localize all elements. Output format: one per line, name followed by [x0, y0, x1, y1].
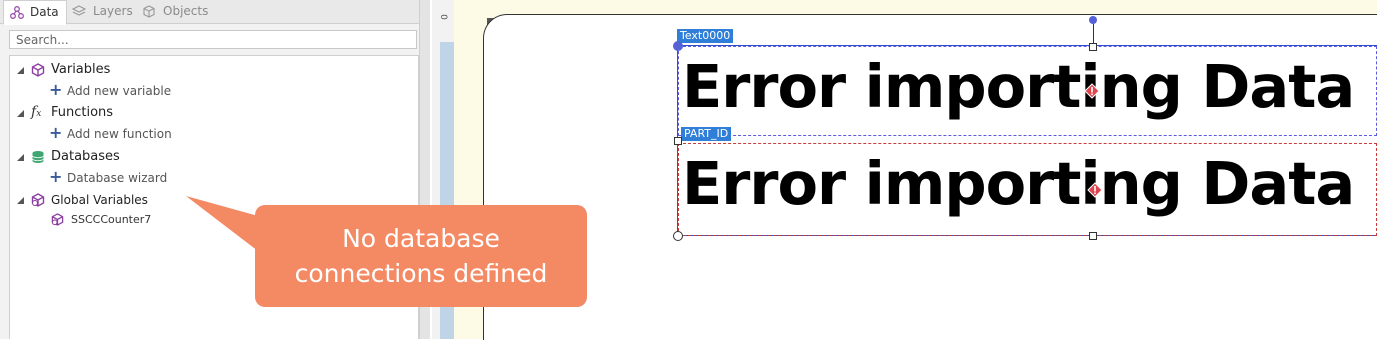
- object-tag-part-id[interactable]: PART_ID: [681, 127, 732, 141]
- text-object-content: Error importing Data So: [682, 52, 1376, 121]
- callout-text: No database connections defined: [255, 221, 587, 291]
- database-icon: [32, 151, 44, 163]
- add-variable-item[interactable]: + Add new variable: [10, 80, 410, 101]
- plus-icon: +: [49, 167, 63, 186]
- database-wizard-item[interactable]: + Database wizard: [10, 167, 410, 188]
- expand-caret-icon[interactable]: [17, 67, 24, 74]
- text-object-text0000[interactable]: Error importing Data So: [678, 46, 1377, 136]
- annotation-callout: No database connections defined: [255, 205, 587, 307]
- tree-node-variables[interactable]: Variables: [10, 60, 410, 80]
- tab-objects[interactable]: Objects: [142, 0, 212, 23]
- database-wizard-label: Database wizard: [67, 171, 168, 185]
- resize-handle-top[interactable]: [1089, 43, 1097, 51]
- tab-data[interactable]: Data: [3, 0, 67, 25]
- databases-label: Databases: [51, 149, 120, 164]
- tab-layers-label: Layers: [93, 4, 133, 18]
- resize-handle-left[interactable]: [674, 137, 682, 145]
- data-icon: [10, 6, 24, 19]
- tree-node-functions[interactable]: fx Functions: [10, 103, 410, 123]
- callout-pointer: [186, 196, 258, 251]
- resize-handle-top-left[interactable]: [673, 41, 683, 51]
- global-variable-label: SSCCCounter7: [71, 213, 152, 226]
- object-tag-text0000[interactable]: Text0000: [677, 29, 734, 43]
- expand-caret-icon[interactable]: [17, 197, 24, 204]
- callout-line-1: No database: [342, 224, 500, 253]
- add-function-label: Add new function: [67, 127, 172, 141]
- tab-data-label: Data: [30, 5, 59, 19]
- ruler-zero-label: 0: [437, 14, 448, 20]
- callout-line-2: connections defined: [294, 259, 548, 288]
- tree-node-databases[interactable]: Databases: [10, 147, 410, 167]
- rotate-handle[interactable]: [1089, 16, 1097, 24]
- add-variable-label: Add new variable: [67, 84, 172, 98]
- resize-handle-bottom[interactable]: [1089, 232, 1097, 240]
- search-input[interactable]: [9, 30, 417, 49]
- text-object-part-id[interactable]: Error importing Data So: [678, 143, 1377, 236]
- text-object-content: Error importing Data So: [682, 149, 1376, 218]
- objects-icon: [143, 5, 155, 18]
- panel-tabbar: Data Layers Objects: [0, 0, 427, 25]
- variables-label: Variables: [51, 62, 111, 77]
- plus-icon: +: [49, 80, 63, 99]
- expand-caret-icon[interactable]: [17, 154, 24, 161]
- plus-icon: +: [49, 123, 63, 142]
- error-icon[interactable]: [1087, 182, 1103, 198]
- layers-icon: [72, 5, 86, 16]
- global-variables-label: Global Variables: [51, 193, 148, 207]
- variables-icon: [31, 63, 45, 77]
- rotate-connector: [1093, 24, 1094, 45]
- add-function-item[interactable]: + Add new function: [10, 123, 410, 144]
- error-icon[interactable]: [1084, 83, 1100, 99]
- variable-icon: [51, 213, 64, 226]
- tab-objects-label: Objects: [163, 4, 209, 18]
- resize-handle-bottom-left[interactable]: [673, 231, 683, 241]
- function-icon: fx: [31, 104, 42, 120]
- expand-caret-icon[interactable]: [17, 110, 24, 117]
- global-variables-icon: [31, 193, 45, 207]
- functions-label: Functions: [51, 105, 114, 120]
- tab-layers[interactable]: Layers: [72, 0, 133, 23]
